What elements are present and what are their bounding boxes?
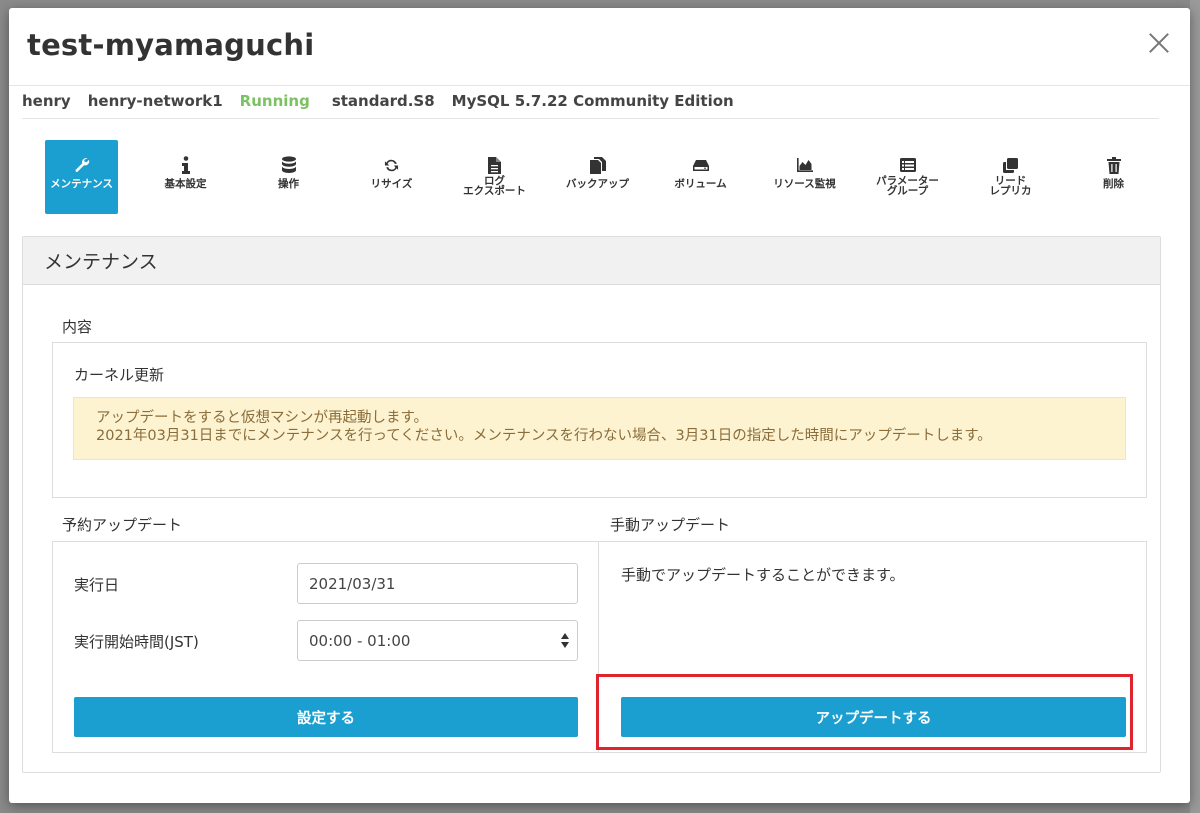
copy-icon [589,156,606,174]
refresh-icon [384,156,399,174]
start-time-value: 00:00 - 01:00 [309,631,411,650]
manual-description: 手動でアップデートすることができます。 [621,566,905,584]
manual-update-label: 手動アップデート [610,516,731,534]
start-time-label: 実行開始時間(JST) [74,633,199,651]
tab-backup-label: バックアップ [566,178,629,190]
background-page-edge [1190,0,1200,813]
file-icon [488,156,501,174]
info-engine: MySQL 5.7.22 Community Edition [451,92,734,110]
tab-maintenance-label: メンテナンス [50,178,113,190]
set-schedule-button[interactable]: 設定する [74,697,578,737]
tab-basic-settings-label: 基本設定 [164,178,207,190]
tab-log-export-label: ログ エクスポート [463,175,526,197]
tab-volume[interactable]: ボリューム [664,140,737,214]
content-label: 内容 [62,318,93,336]
tab-delete-label: 削除 [1103,178,1124,190]
list-alt-icon [899,156,916,174]
start-time-select[interactable]: 00:00 - 01:00 [297,620,578,661]
content-heading: カーネル更新 [74,366,165,384]
close-icon[interactable] [1146,30,1172,56]
alert-line-1: アップデートをすると仮想マシンが再起動します。 [96,410,429,426]
info-network: henry-network1 [87,92,223,110]
scheduled-update-label: 予約アップデート [62,516,183,534]
tab-read-replica[interactable]: リード レプリカ [974,140,1047,214]
info-icon [181,156,191,174]
tab-basic-settings[interactable]: 基本設定 [149,140,222,214]
tab-volume-label: ボリューム [674,178,727,190]
alert-message: アップデートをすると仮想マシンが再起動します。 2021年03月31日までにメン… [73,397,1126,460]
date-label: 実行日 [74,576,120,594]
hdd-icon [692,156,709,174]
tab-log-export[interactable]: ログ エクスポート [458,140,531,214]
content-box: カーネル更新 アップデートをすると仮想マシンが再起動します。 2021年03月3… [52,342,1147,498]
alert-line-2: 2021年03月31日までにメンテナンスを行ってください。メンテナンスを行わない… [96,428,992,444]
tab-parameter-group[interactable]: パラメーター グループ [871,140,944,214]
tab-operations-label: 操作 [278,178,299,190]
database-icon [281,156,297,174]
toolbar: メンテナンス 基本設定 操作 リサイズ ログ エクスポート バックアップ ボリュ… [36,140,1146,214]
tab-operations[interactable]: 操作 [252,140,325,214]
date-input[interactable]: 2021/03/31 [297,563,578,604]
highlight-box [596,674,1133,750]
tab-maintenance[interactable]: メンテナンス [45,140,118,214]
wrench-icon [74,156,90,174]
area-chart-icon [796,156,813,174]
info-plan: standard.S8 [331,92,435,110]
modal-header: test-myamaguchi [9,8,1190,86]
modal-title: test-myamaguchi [27,28,315,62]
tab-resize[interactable]: リサイズ [355,140,428,214]
info-user: henry [22,92,71,110]
tab-resource-monitoring-label: リソース監視 [773,178,836,190]
tab-parameter-group-label: パラメーター グループ [876,175,939,197]
tab-read-replica-label: リード レプリカ [989,175,1032,197]
status-badge: Running [239,92,310,110]
tab-resize-label: リサイズ [370,178,413,190]
panel-title: メンテナンス [23,237,1160,285]
tab-backup[interactable]: バックアップ [561,140,634,214]
info-bar: henry henry-network1 Running standard.S8… [22,86,1159,119]
select-arrows-icon [561,633,569,649]
tab-delete[interactable]: 削除 [1077,140,1150,214]
tab-resource-monitoring[interactable]: リソース監視 [768,140,841,214]
trash-icon [1106,156,1121,174]
clone-icon [1003,156,1018,174]
